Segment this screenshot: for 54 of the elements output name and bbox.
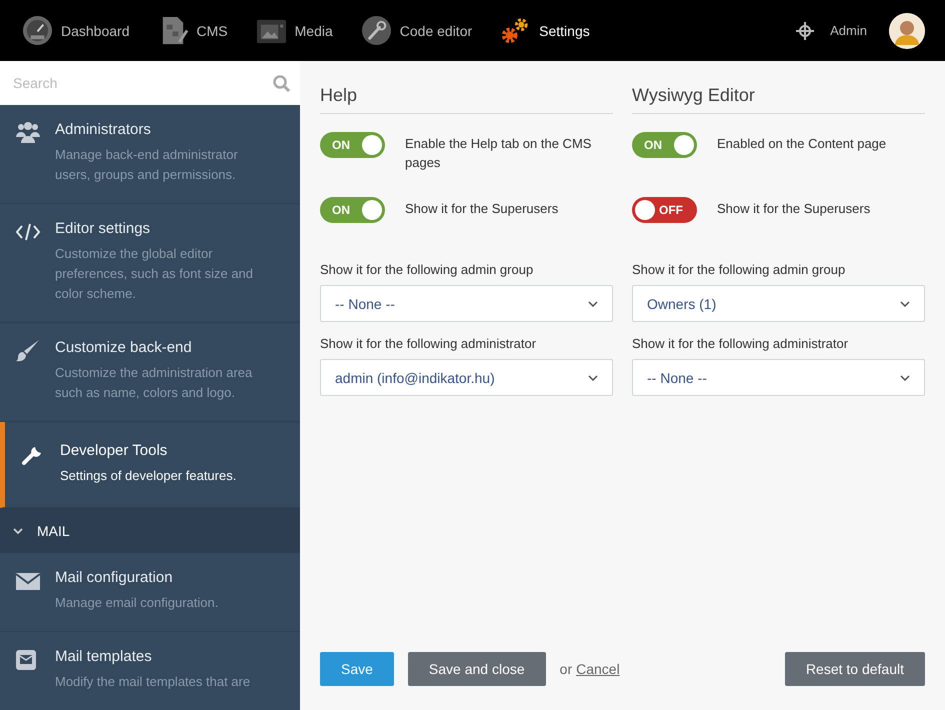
section-title: Wysiwyg Editor	[632, 81, 925, 114]
field-label: Show it for the following admin group	[632, 262, 846, 277]
item-description: Manage email configuration.	[55, 594, 218, 612]
dropdown[interactable]: Owners (1)	[632, 285, 925, 322]
nav-item[interactable]: Code editor	[360, 15, 472, 46]
toggle-label: Enabled on the Content page	[717, 135, 886, 153]
item-title: Mail templates	[55, 648, 153, 665]
caret-icon	[588, 300, 598, 306]
nav-item[interactable]: CMS	[158, 15, 228, 46]
nav-item[interactable]: Media	[256, 15, 333, 46]
caret-icon	[900, 374, 910, 380]
users-icon	[15, 121, 41, 145]
dropdown[interactable]: -- None --	[320, 285, 613, 322]
toggle-label: Enable the Help tab on the CMS pages	[405, 135, 592, 172]
reset-button[interactable]: Reset to default	[784, 652, 925, 686]
sidebar-item[interactable]: Administrators Manage back-end administrator users, groups and permissions.	[0, 105, 300, 204]
nav-item[interactable]: Settings	[500, 15, 590, 46]
sidebar-item[interactable]: Editor settings Customize the global editor preferences, such as font size and color scheme.	[0, 204, 300, 323]
caret-icon	[588, 374, 598, 380]
dropdown[interactable]: admin (info@indikator.hu)	[320, 359, 613, 396]
toggle-label: Show it for the Superusers	[405, 200, 558, 218]
item-title: Developer Tools	[60, 442, 168, 459]
item-title: Editor settings	[55, 220, 152, 237]
sidebar-item[interactable]: Mail templates Modify the mail templates that are	[0, 632, 300, 710]
item-description: Manage back-end administrator users, groups and permissions.	[55, 146, 239, 184]
gauge-icon	[22, 15, 53, 46]
caret-icon	[900, 300, 910, 306]
section-title: MAIL	[37, 522, 70, 538]
avatar[interactable]	[889, 12, 925, 48]
crosshair-icon[interactable]	[796, 22, 814, 40]
item-description: Modify the mail templates that are	[55, 673, 250, 691]
field-label: Show it for the following administrator	[320, 336, 538, 351]
item-description: Customize the global editor preferences, such as font size and color scheme.	[55, 245, 254, 303]
item-description: Customize the administration area such as name, colors and logo.	[55, 364, 254, 402]
toggle-switch[interactable]: OFF	[632, 197, 697, 223]
or-text: or	[560, 661, 572, 677]
dropdown[interactable]: -- None --	[632, 359, 925, 396]
user-name[interactable]: Admin	[830, 23, 867, 38]
cancel-link[interactable]: Cancel	[576, 661, 620, 677]
item-description: Settings of developer features.	[60, 467, 236, 485]
toggle-label: Show it for the Superusers	[717, 200, 870, 218]
nav-item[interactable]: Dashboard	[22, 15, 130, 46]
item-title: Mail configuration	[55, 569, 174, 586]
section-header[interactable]: MAIL	[0, 508, 300, 553]
wrench-icon	[360, 15, 392, 46]
brush-icon	[15, 339, 41, 363]
section-title: Help	[320, 81, 613, 114]
field-label: Show it for the following administrator	[632, 336, 850, 351]
item-title: Customize back-end	[55, 339, 193, 356]
sidebar-item[interactable]: Customize back-end Customize the administration area such as name, colors and logo.	[0, 323, 300, 422]
field-label: Show it for the following admin group	[320, 262, 534, 277]
item-title: Administrators	[55, 121, 152, 138]
sidebar-item[interactable]: Mail configuration Manage email configuration.	[0, 553, 300, 632]
save-and-close-button[interactable]: Save and close	[408, 652, 546, 686]
